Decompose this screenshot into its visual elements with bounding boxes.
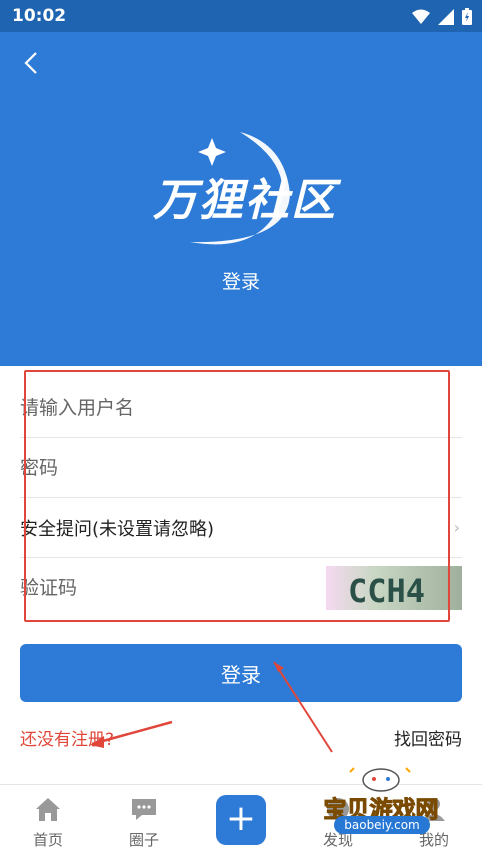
password-row bbox=[20, 438, 462, 498]
discover-icon bbox=[327, 798, 349, 820]
bottom-tab-bar: 首页 圈子 + 发现 我的 bbox=[0, 784, 482, 857]
back-button[interactable] bbox=[16, 48, 46, 78]
tab-discover[interactable]: 发现 bbox=[298, 785, 378, 857]
wifi-icon bbox=[412, 9, 430, 24]
logo: 万狸社区 bbox=[120, 124, 370, 254]
tab-discover-label: 发现 bbox=[322, 831, 353, 849]
plus-icon: + bbox=[225, 798, 257, 839]
tab-mine[interactable]: 我的 bbox=[394, 785, 474, 857]
tab-circle[interactable]: 圈子 bbox=[104, 785, 184, 857]
password-input[interactable] bbox=[20, 438, 462, 498]
post-button[interactable]: + bbox=[216, 795, 266, 845]
username-input[interactable] bbox=[20, 378, 462, 438]
chevron-left-icon bbox=[24, 52, 37, 74]
tab-home[interactable]: 首页 bbox=[8, 785, 88, 857]
chevron-right-icon: › bbox=[453, 518, 460, 537]
header: 万狸社区 登录 bbox=[0, 32, 482, 366]
system-icons bbox=[412, 8, 472, 25]
user-icon bbox=[423, 798, 445, 821]
logo-text: 万狸社区 bbox=[153, 175, 337, 226]
status-bar: 10:02 bbox=[0, 0, 482, 32]
captcha-image[interactable]: CCH4 bbox=[326, 566, 462, 610]
security-question-select[interactable]: 安全提问(未设置请忽略) › bbox=[20, 498, 462, 558]
battery-icon bbox=[462, 8, 472, 25]
chat-icon bbox=[132, 799, 156, 820]
captcha-text: CCH4 bbox=[348, 572, 425, 610]
register-link[interactable]: 还没有注册? bbox=[20, 725, 114, 750]
login-form: 安全提问(未设置请忽略) › CCH4 bbox=[0, 378, 482, 618]
security-question-label: 安全提问(未设置请忽略) bbox=[20, 519, 215, 540]
captcha-input[interactable] bbox=[20, 558, 310, 618]
tab-mine-label: 我的 bbox=[418, 831, 449, 849]
tab-home-label: 首页 bbox=[32, 831, 63, 849]
captcha-row: CCH4 bbox=[20, 558, 462, 618]
page-title: 登录 bbox=[221, 271, 260, 293]
signal-icon bbox=[438, 8, 454, 25]
tab-circle-label: 圈子 bbox=[128, 831, 159, 849]
home-icon bbox=[36, 798, 60, 821]
status-time: 10:02 bbox=[12, 6, 67, 26]
captcha-graphic: CCH4 bbox=[326, 566, 462, 610]
username-row bbox=[20, 378, 462, 438]
login-button[interactable]: 登录 bbox=[20, 644, 462, 702]
forgot-password-link[interactable]: 找回密码 bbox=[394, 725, 462, 750]
